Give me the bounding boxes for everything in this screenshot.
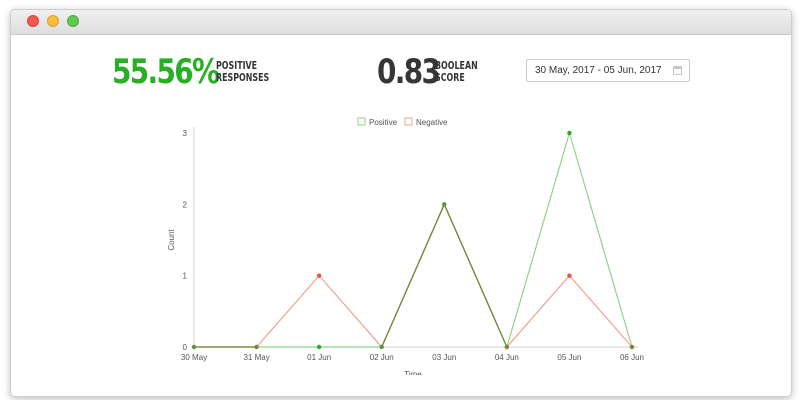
title-bar <box>11 10 791 35</box>
legend-swatch-negative[interactable] <box>404 117 413 126</box>
boolean-score-label: BOOLEAN SCORE <box>435 60 478 84</box>
positive-responses-label: POSITIVE RESPONSES <box>216 60 269 84</box>
data-point-negative[interactable] <box>567 273 572 278</box>
close-window-button[interactable] <box>27 15 39 27</box>
data-point-overlap[interactable] <box>442 202 447 207</box>
calendar-icon[interactable] <box>673 66 682 75</box>
x-tick-label: 06 Jun <box>620 353 644 362</box>
data-point-overlap[interactable] <box>254 344 259 350</box>
x-axis-label: Time <box>404 370 422 375</box>
data-point-overlap[interactable] <box>629 344 635 350</box>
data-point-overlap[interactable] <box>504 344 510 350</box>
x-tick-label: 31 May <box>243 353 269 362</box>
boolean-score-value: 0.83 <box>377 52 441 92</box>
minimize-window-button[interactable] <box>47 15 59 27</box>
legend-swatch-positive[interactable] <box>357 117 366 126</box>
y-tick-label: 1 <box>183 272 188 281</box>
date-range-picker[interactable]: 30 May, 2017 - 05 Jun, 2017 <box>526 59 690 82</box>
data-point-positive[interactable] <box>567 130 572 136</box>
line-chart: 0 1 2 3 30 May 31 May 01 Jun 02 Jun 03 Jun 04 Jun… <box>167 117 644 375</box>
data-point-negative[interactable] <box>316 273 322 278</box>
positive-responses-value: 55.56% <box>112 52 220 92</box>
x-tick-label: 04 Jun <box>495 353 519 362</box>
y-axis-label: Count <box>167 229 176 251</box>
x-tick-label: 03 Jun <box>432 353 456 362</box>
data-point-overlap[interactable] <box>191 344 197 350</box>
series-overlap-line <box>443 204 508 348</box>
positive-label-line2: RESPONSES <box>216 71 270 84</box>
data-point-positive[interactable] <box>316 344 322 350</box>
x-tick-label: 02 Jun <box>370 353 394 362</box>
x-tick-label: 30 May <box>181 353 207 362</box>
boolean-label-line2: SCORE <box>435 71 465 84</box>
legend-label-negative[interactable]: Negative <box>416 118 448 127</box>
data-point-overlap[interactable] <box>379 344 384 350</box>
series-line-positive <box>194 130 633 349</box>
date-range-value: 30 May, 2017 - 05 Jun, 2017 <box>535 65 662 76</box>
legend-label-positive[interactable]: Positive <box>369 118 398 127</box>
app-window: 55.56% POSITIVE RESPONSES 0.83 BOOLEAN S… <box>10 9 792 397</box>
x-tick-label: 01 Jun <box>307 353 331 362</box>
y-tick-label: 0 <box>183 343 188 352</box>
x-tick-label: 05 Jun <box>557 353 581 362</box>
maximize-window-button[interactable] <box>67 15 79 27</box>
y-tick-label: 2 <box>183 200 188 209</box>
series-overlap-line <box>381 204 445 348</box>
y-tick-label: 3 <box>183 129 188 138</box>
